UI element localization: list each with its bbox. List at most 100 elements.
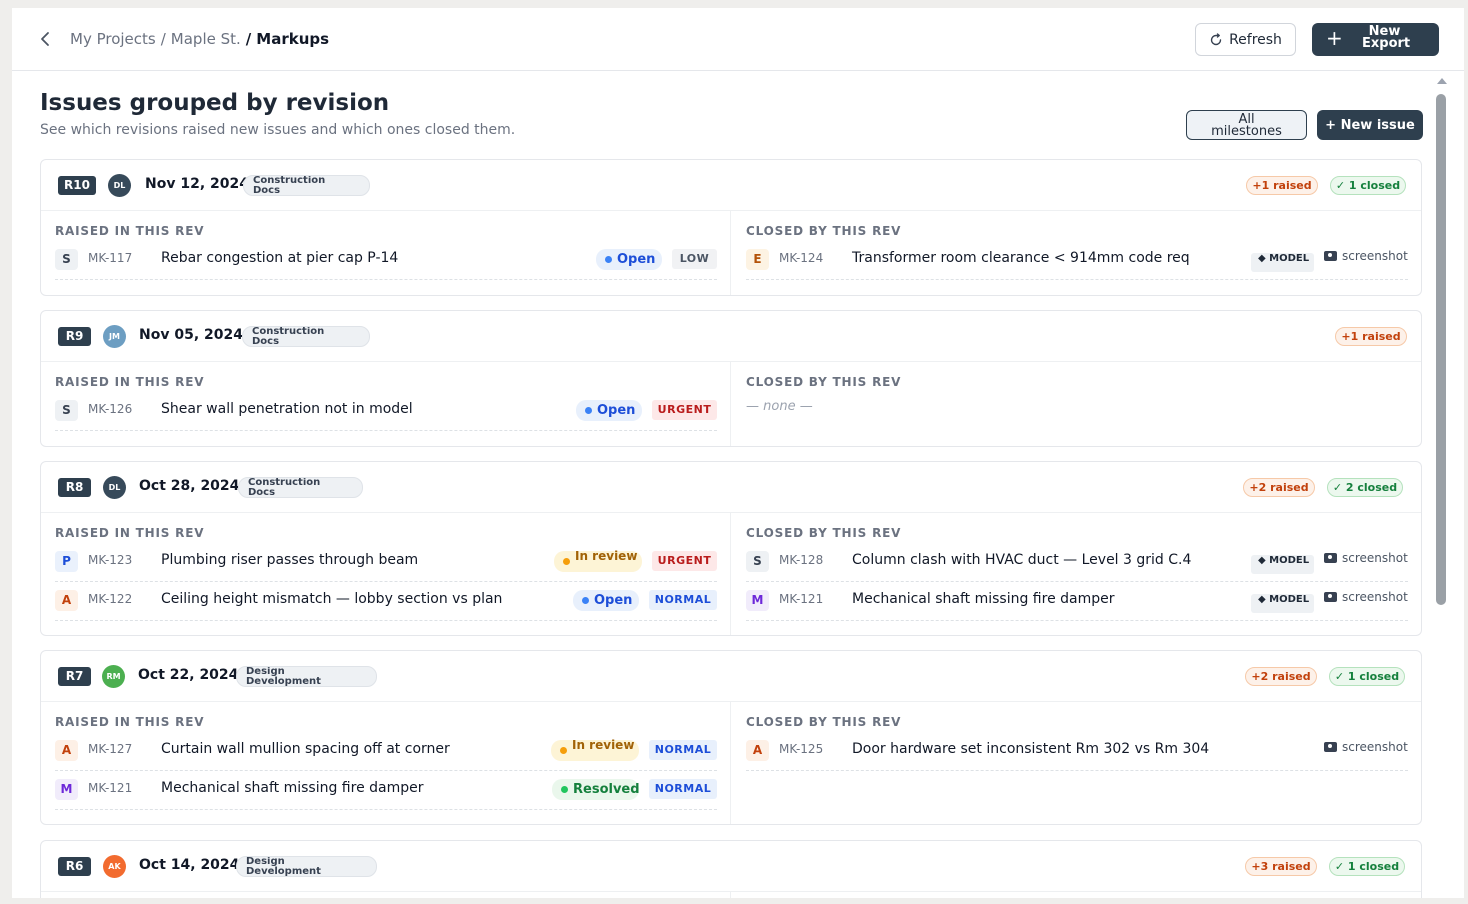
status-badge: Resolved — [552, 779, 640, 800]
app-frame: My Projects / Maple St. / Markups Refresh + … — [12, 8, 1464, 898]
raised-count-chip: +2 raised — [1243, 478, 1315, 497]
scroll-up-icon[interactable] — [1437, 78, 1447, 84]
breadcrumb-maple-st[interactable]: Maple St. — [171, 30, 241, 48]
raised-count-chip: +2 raised — [1245, 667, 1317, 686]
refresh-label: Refresh — [1229, 31, 1282, 48]
trade-badge: S — [746, 551, 769, 572]
issue-id: MK-127 — [88, 742, 133, 756]
issue-id: MK-128 — [779, 553, 824, 567]
closed-column: CLOSED BY THIS REV — [732, 892, 1421, 898]
issue-row[interactable]: E MK-124 Transformer room clearance < 914m… — [746, 241, 1408, 280]
page-title: Issues grouped by revision — [40, 90, 390, 116]
status-badge: Open — [596, 249, 662, 270]
new-issue-button[interactable]: + New issue — [1317, 110, 1423, 140]
raised-column-label: RAISED IN THIS REV — [55, 224, 205, 238]
phase-label: Construction Docs — [253, 175, 326, 196]
plus-icon: + — [1326, 26, 1343, 50]
issue-row[interactable]: M MK-121 Mechanical shaft missing fire dam… — [746, 582, 1408, 621]
model-link[interactable]: ◆ MODEL — [1251, 253, 1314, 272]
revision-card: R7 RM Oct 22, 2024 Design Development +2 rai… — [40, 650, 1422, 825]
revision-badge: R7 — [58, 667, 91, 686]
revision-date: Oct 22, 2024 — [138, 667, 239, 683]
avatar: DL — [103, 476, 126, 499]
phase-tag: Construction Docs — [243, 175, 370, 196]
status-label: Open — [617, 252, 656, 267]
revision-header[interactable]: R6 AK Oct 14, 2024 Design Development +3 rai… — [41, 841, 1421, 892]
issue-row[interactable]: A MK-127 Curtain wall mullion spacing off … — [55, 732, 717, 771]
trade-badge: S — [55, 249, 78, 270]
issue-row[interactable]: S MK-117 Rebar congestion at pier cap P-14… — [55, 241, 717, 280]
status-badge: Open — [576, 400, 642, 421]
revision-card: R9 JM Nov 05, 2024 Construction Docs +1 rais… — [40, 310, 1422, 447]
screenshot-link[interactable]: screenshot — [1324, 590, 1408, 604]
model-link[interactable]: ◆ MODEL — [1251, 555, 1314, 574]
empty-placeholder: — none — — [746, 399, 813, 414]
revision-header[interactable]: R7 RM Oct 22, 2024 Design Development +2 rai… — [41, 651, 1421, 702]
closed-count-chip: ✓ 1 closed — [1329, 857, 1405, 876]
model-link[interactable]: ◆ MODEL — [1251, 594, 1314, 613]
revision-header[interactable]: R9 JM Nov 05, 2024 Construction Docs +1 rais… — [41, 311, 1421, 362]
screenshot-label: screenshot — [1342, 590, 1408, 604]
closed-column-label: CLOSED BY THIS REV — [746, 375, 902, 389]
issue-id: MK-123 — [88, 553, 133, 567]
phase-label: Design Development — [246, 666, 321, 687]
camera-icon — [1324, 592, 1337, 602]
raised-column-label: RAISED IN THIS REV — [55, 526, 205, 540]
revision-header[interactable]: R10 DL Nov 12, 2024 Construction Docs +1 rai… — [41, 160, 1421, 211]
issue-title: Plumbing riser passes through beam — [161, 552, 419, 568]
issue-row[interactable]: A MK-122 Ceiling height mismatch — lobby s… — [55, 582, 717, 621]
closed-column-label: CLOSED BY THIS REV — [746, 715, 902, 729]
new-export-button[interactable]: + New Export — [1312, 23, 1439, 56]
closed-column: CLOSED BY THIS REV E MK-124 Transformer roo… — [732, 211, 1421, 295]
milestones-filter-button[interactable]: All milestones — [1186, 110, 1307, 140]
scrollbar-thumb[interactable] — [1436, 94, 1446, 605]
issue-row[interactable]: S MK-126 Shear wall penetration not in mod… — [55, 392, 717, 431]
revision-header[interactable]: R8 DL Oct 28, 2024 Construction Docs +2 rais… — [41, 462, 1421, 513]
raised-column: RAISED IN THIS REV A MK-127 Curtain wall mu… — [41, 702, 731, 824]
screenshot-label: screenshot — [1342, 551, 1408, 565]
raised-column-label: RAISED IN THIS REV — [55, 715, 205, 729]
issue-id: MK-121 — [779, 592, 824, 606]
refresh-button[interactable]: Refresh — [1195, 23, 1296, 56]
issue-row[interactable]: S MK-128 Column clash with HVAC duct — Lev… — [746, 543, 1408, 582]
phase-label: Construction Docs — [252, 326, 325, 347]
priority-badge: NORMAL — [649, 779, 717, 799]
screenshot-link[interactable]: screenshot — [1324, 249, 1408, 263]
status-badge: In review — [554, 549, 642, 572]
closed-column: CLOSED BY THIS REV S MK-128 Column clash wi… — [732, 513, 1421, 635]
avatar: RM — [102, 665, 125, 688]
breadcrumb-my-projects[interactable]: My Projects — [70, 30, 156, 48]
closed-column: CLOSED BY THIS REV — none — — [732, 362, 1421, 446]
status-label: Open — [597, 403, 636, 418]
screenshot-label: screenshot — [1342, 249, 1408, 263]
avatar: AK — [103, 855, 126, 878]
new-export-label: New Export — [1362, 25, 1410, 50]
milestones-label-line2: milestones — [1211, 124, 1282, 139]
raised-column-label: RAISED IN THIS REV — [55, 375, 205, 389]
screenshot-link[interactable]: screenshot — [1324, 551, 1408, 565]
issue-row[interactable]: M MK-121 Mechanical shaft missing fire dam… — [55, 771, 717, 810]
raised-count-chip: +3 raised — [1245, 857, 1317, 876]
issue-id: MK-121 — [88, 781, 133, 795]
back-arrow-icon[interactable] — [36, 28, 56, 50]
issue-row[interactable]: P MK-123 Plumbing riser passes through bea… — [55, 543, 717, 582]
closed-count-chip: ✓ 1 closed — [1330, 176, 1406, 195]
issue-id: MK-125 — [779, 742, 824, 756]
status-label: Open — [594, 593, 633, 608]
trade-badge: S — [55, 400, 78, 421]
trade-badge: P — [55, 551, 78, 572]
revision-badge: R8 — [58, 478, 91, 497]
issue-row[interactable]: A MK-125 Door hardware set inconsistent Rm… — [746, 732, 1408, 771]
raised-column: RAISED IN THIS REV — [41, 892, 731, 898]
trade-badge: A — [55, 740, 78, 761]
closed-count-chip: ✓ 1 closed — [1329, 667, 1405, 686]
phase-label: Construction Docs — [248, 477, 321, 498]
revision-date: Nov 05, 2024 — [139, 327, 243, 343]
phase-label: Design Development — [246, 856, 321, 877]
status-label: In review — [575, 549, 638, 563]
issue-id: MK-124 — [779, 251, 824, 265]
camera-icon — [1324, 251, 1337, 261]
revision-date: Oct 14, 2024 — [139, 857, 240, 873]
issue-id: MK-126 — [88, 402, 133, 416]
screenshot-link[interactable]: screenshot — [1324, 740, 1408, 754]
